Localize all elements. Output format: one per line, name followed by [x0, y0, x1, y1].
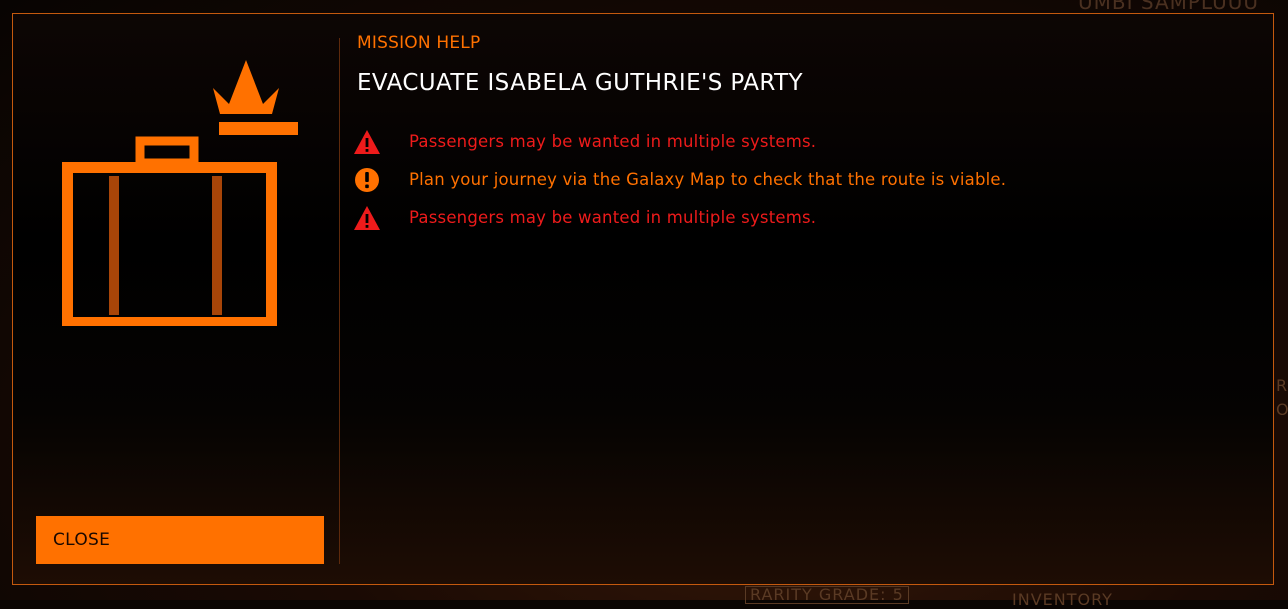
notice-item: Passengers may be wanted in multiple sys…	[354, 199, 1237, 237]
close-button[interactable]: CLOSE	[36, 516, 324, 564]
dialog-content: MISSION HELP EVACUATE ISABELA GUTHRIE'S …	[354, 32, 1237, 237]
notice-text: Passengers may be wanted in multiple sys…	[409, 208, 817, 227]
crown-base	[219, 122, 298, 135]
notice-item: Plan your journey via the Galaxy Map to …	[355, 161, 1237, 199]
notice-list: Passengers may be wanted in multiple sys…	[354, 123, 1237, 237]
briefcase-strap	[212, 176, 222, 315]
mission-title: EVACUATE ISABELA GUTHRIE'S PARTY	[357, 70, 803, 96]
panel-divider	[339, 38, 340, 564]
mission-help-dialog: CLOSE MISSION HELP EVACUATE ISABELA GUTH…	[12, 13, 1274, 585]
background-text-fragment: UMBI SAMPLUUU	[1078, 0, 1259, 14]
section-label: MISSION HELP	[357, 33, 481, 53]
notice-item: Passengers may be wanted in multiple sys…	[354, 123, 1237, 161]
briefcase-handle	[135, 136, 199, 168]
background-text-fragment: R	[1276, 376, 1288, 395]
dialog-left-panel: CLOSE	[13, 14, 339, 584]
briefcase-strap	[109, 176, 119, 315]
warning-triangle-icon	[354, 206, 380, 230]
briefcase-body	[62, 162, 277, 326]
warning-triangle-icon	[354, 130, 380, 154]
background-rarity-label: RARITY GRADE: 5	[745, 586, 909, 604]
notice-text: Passengers may be wanted in multiple sys…	[409, 132, 817, 151]
briefcase-crown-icon	[62, 60, 298, 326]
crown-shape	[213, 60, 279, 114]
exclamation-circle-icon	[355, 168, 379, 192]
notice-text: Plan your journey via the Galaxy Map to …	[409, 170, 1007, 189]
background-text-fragment: OV	[1276, 400, 1288, 419]
